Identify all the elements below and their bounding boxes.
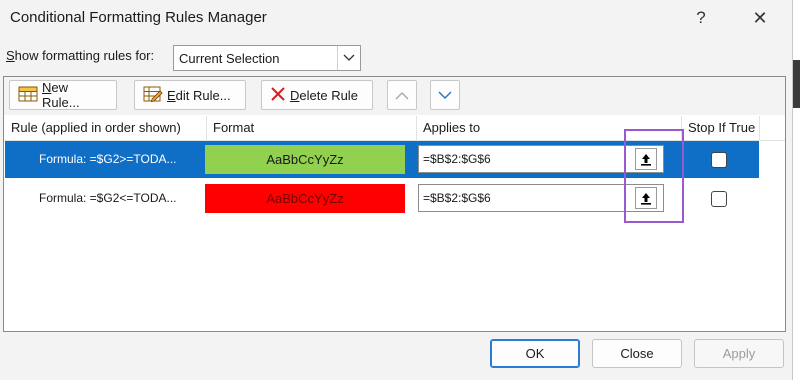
rule-formula: Formula: =$G2<=TODA... [39,191,177,205]
col-rule: Rule (applied in order shown) [5,116,207,140]
new-rule-label: New Rule... [42,80,80,110]
help-icon: ? [696,8,706,27]
title-bar: Conditional Formatting Rules Manager ? ✕ [0,0,792,36]
delete-rule-label: Delete Rule [290,87,358,103]
delete-rule-button[interactable]: Delete Rule [261,80,373,110]
close-window-button[interactable]: ✕ [740,4,780,32]
rule-formula: Formula: =$G2>=TODA... [39,152,177,166]
show-rules-label: Show formatting rules for: [6,48,155,63]
format-preview: AaBbCcYyZz [205,145,405,174]
edit-rule-button[interactable]: Edit Rule... [134,80,246,110]
move-down-button[interactable] [430,80,460,110]
help-button[interactable]: ? [681,4,721,32]
highlight-annotation [624,129,684,223]
edit-rule-icon [143,86,163,105]
col-format: Format [207,116,417,140]
new-rule-button[interactable]: New Rule... [9,80,117,110]
toolbar: New Rule... Edit Rule... Delete Rule [4,77,785,115]
stop-if-true-checkbox[interactable] [711,191,727,207]
ok-button[interactable]: OK [490,339,580,368]
show-rules-dropdown[interactable]: Current Selection [173,45,361,71]
close-button[interactable]: Close [592,339,682,368]
applies-to-value: =$B$2:$G$6 [423,152,491,166]
format-preview: AaBbCcYyZz [205,184,405,213]
delete-x-icon [270,86,286,105]
close-icon: ✕ [752,7,768,28]
apply-button[interactable]: Apply [694,339,784,368]
edit-rule-label: Edit Rule... [167,87,231,103]
move-up-button[interactable] [387,80,417,110]
col-stop-if-true: Stop If True [682,116,760,140]
applies-to-value: =$B$2:$G$6 [423,191,491,205]
stop-if-true-checkbox[interactable] [711,152,727,168]
dialog-title: Conditional Formatting Rules Manager [10,9,267,26]
show-rules-value: Current Selection [179,51,280,66]
chevron-down-icon [438,88,452,103]
background-window-edge [793,0,800,380]
chevron-down-icon[interactable] [337,46,360,70]
new-rule-icon [18,86,38,105]
dialog: Conditional Formatting Rules Manager ? ✕… [0,0,793,380]
chevron-up-icon [395,88,409,103]
